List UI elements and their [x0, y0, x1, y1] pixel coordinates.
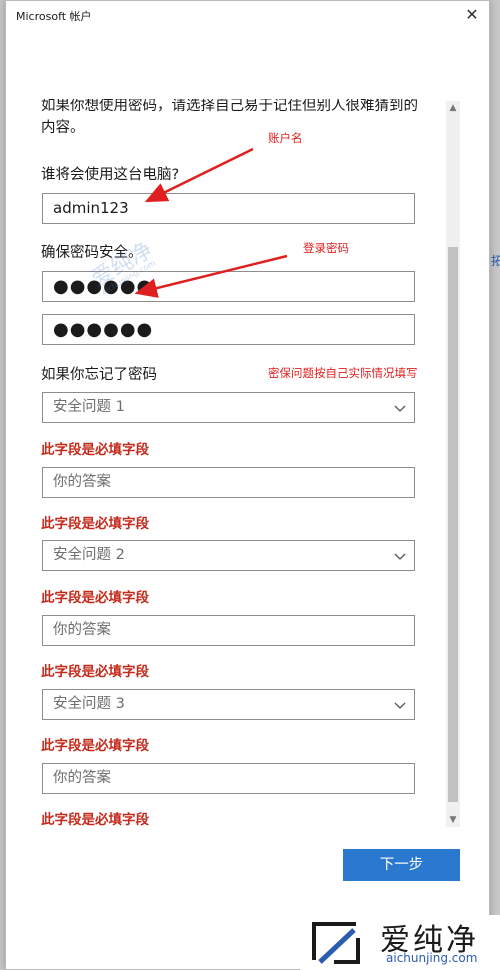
- answer-1-input[interactable]: 你的答案: [42, 467, 415, 498]
- chevron-down-icon: [394, 702, 406, 709]
- chevron-down-icon: [394, 553, 406, 560]
- username-input[interactable]: admin123: [42, 193, 415, 224]
- answer-2-input[interactable]: 你的答案: [42, 615, 415, 646]
- next-button[interactable]: 下一步: [343, 849, 460, 881]
- password-intro-text: 如果你想使用密码，请选择自己易于记住但别人很难猜到的内容。: [41, 98, 418, 136]
- required-error: 此字段是必填字段: [41, 516, 149, 532]
- annotation-password: 登录密码: [303, 241, 349, 255]
- security-question-3-value: 安全问题 3: [53, 696, 125, 712]
- user-label: 谁将会使用这台电脑?: [41, 167, 180, 183]
- logo-url-text: aichunjing.com: [386, 951, 478, 965]
- security-question-2-select[interactable]: 安全问题 2: [42, 540, 415, 571]
- required-error: 此字段是必填字段: [41, 812, 149, 828]
- vertical-scrollbar[interactable]: ▲ ▼: [446, 101, 460, 827]
- security-question-1-select[interactable]: 安全问题 1: [42, 392, 415, 423]
- password-confirm-input[interactable]: ●●●●●●: [42, 314, 415, 345]
- form-content: 如果你想使用密码，请选择自己易于记住但别人很难猜到的内容。 谁将会使用这台电脑?…: [6, 1, 489, 969]
- security-question-2-value: 安全问题 2: [53, 547, 125, 563]
- required-error: 此字段是必填字段: [41, 738, 149, 754]
- annotation-username: 账户名: [268, 131, 303, 145]
- required-error: 此字段是必填字段: [41, 664, 149, 680]
- security-question-3-select[interactable]: 安全问题 3: [42, 689, 415, 720]
- desktop-background-right: [490, 0, 500, 970]
- scrollbar-thumb[interactable]: [448, 247, 458, 802]
- logo-mark-icon: [312, 922, 360, 964]
- scroll-down-icon[interactable]: ▼: [446, 813, 460, 827]
- scroll-clip: [6, 89, 446, 99]
- annotation-security: 密保问题按自己实际情况填写: [268, 366, 418, 380]
- desktop-partial-text: 拓: [491, 254, 500, 268]
- required-error: 此字段是必填字段: [41, 442, 149, 458]
- chevron-down-icon: [394, 405, 406, 412]
- required-error: 此字段是必填字段: [41, 590, 149, 606]
- answer-3-input[interactable]: 你的答案: [42, 763, 415, 794]
- security-question-1-value: 安全问题 1: [53, 399, 125, 415]
- scroll-up-icon[interactable]: ▲: [446, 101, 460, 115]
- brand-logo: 爱纯净 aichunjing.com: [300, 915, 500, 970]
- forgot-password-label: 如果你忘记了密码: [41, 367, 157, 383]
- microsoft-account-dialog: Microsoft 帐户 ✕ 如果你想使用密码，请选择自己易于记住但别人很难猜到…: [5, 0, 490, 970]
